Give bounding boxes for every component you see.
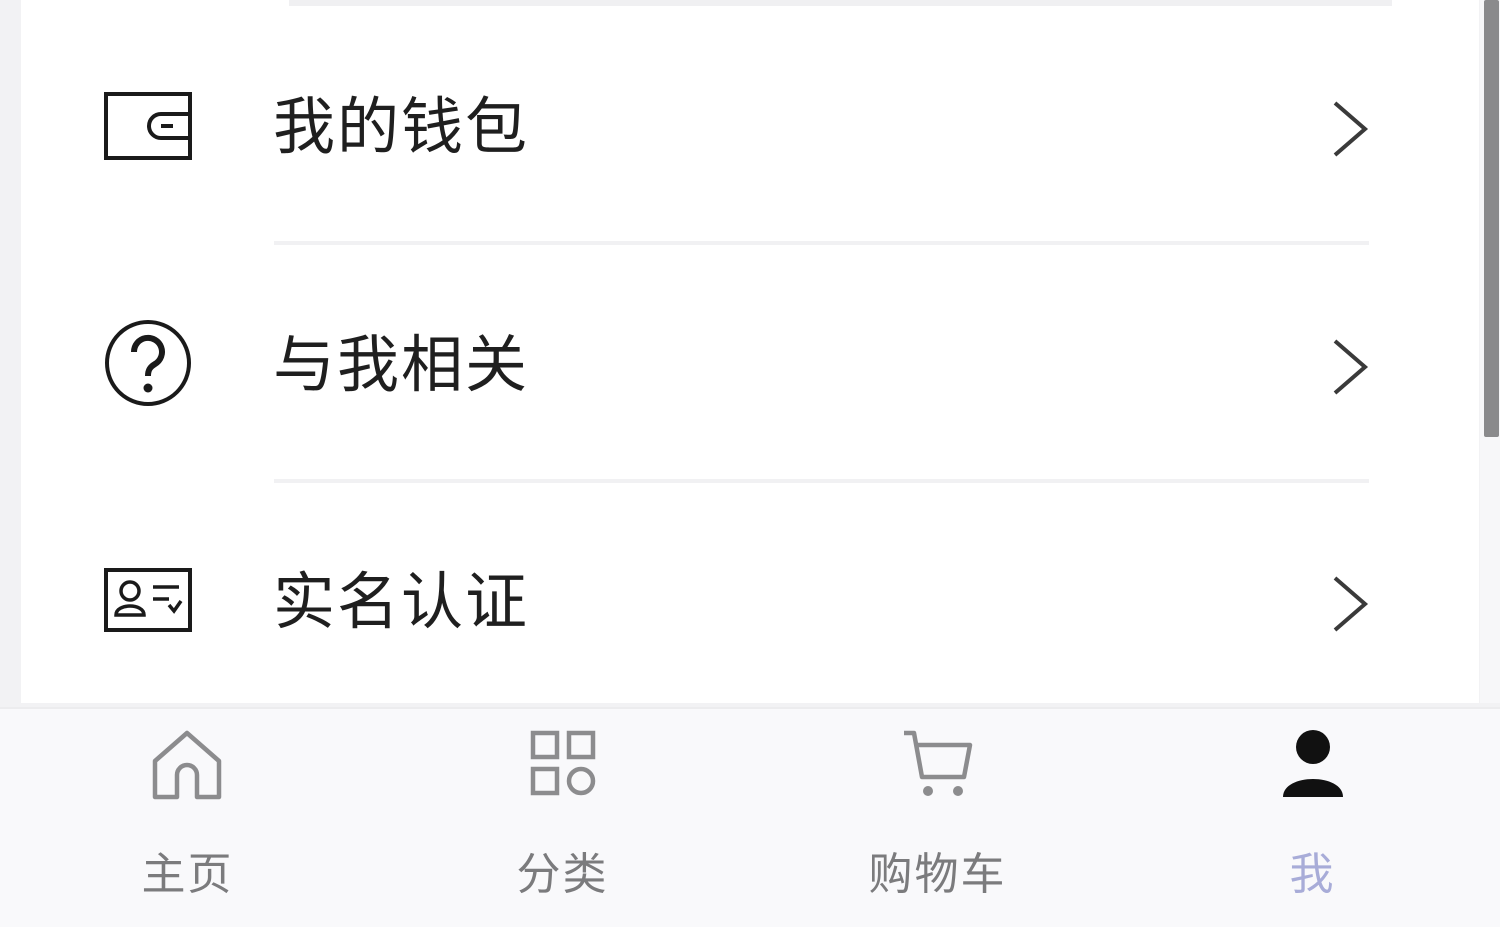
tab-label: 我 — [1289, 849, 1336, 900]
question-circle-icon — [105, 320, 191, 406]
menu-item-label: 实名认证 — [273, 565, 530, 638]
tab-home[interactable]: 主页 — [0, 709, 375, 927]
category-grid-icon — [530, 730, 596, 796]
home-icon — [152, 730, 222, 800]
tab-label: 主页 — [141, 849, 234, 900]
tab-label: 购物车 — [868, 849, 1007, 900]
app-screen: 我的钱包 与我相关 实名认证 主页 分类 购物车 我 — [0, 0, 1500, 927]
chevron-right-icon — [1333, 339, 1369, 395]
chevron-right-icon — [1333, 101, 1369, 157]
tab-cart[interactable]: 购物车 — [750, 709, 1125, 927]
menu-item-verification[interactable]: 实名认证 — [21, 482, 1479, 718]
wallet-icon — [104, 92, 192, 160]
menu-item-wallet[interactable]: 我的钱包 — [21, 7, 1479, 243]
bottom-tab-bar: 主页 分类 购物车 我 — [0, 707, 1500, 927]
id-card-icon — [104, 568, 192, 632]
user-icon — [1283, 730, 1343, 797]
menu-item-related[interactable]: 与我相关 — [21, 245, 1479, 481]
menu-item-label: 我的钱包 — [273, 90, 530, 163]
scrollbar-thumb[interactable] — [1484, 0, 1499, 437]
tab-me[interactable]: 我 — [1125, 709, 1500, 927]
tab-label: 分类 — [516, 849, 609, 900]
cart-icon — [904, 730, 973, 796]
menu-item-label: 与我相关 — [273, 328, 530, 401]
divider — [289, 0, 1392, 6]
tab-category[interactable]: 分类 — [375, 709, 750, 927]
chevron-right-icon — [1333, 576, 1369, 632]
menu-card: 我的钱包 与我相关 实名认证 — [21, 0, 1479, 703]
